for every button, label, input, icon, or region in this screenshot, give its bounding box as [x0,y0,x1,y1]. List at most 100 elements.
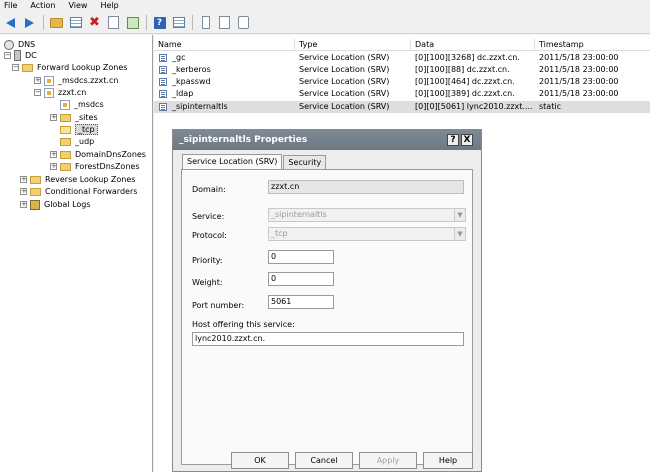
folder-icon [22,63,33,72]
menu-help[interactable]: Help [100,0,118,12]
port-number-field[interactable]: 5061 [268,295,334,309]
cell-data: [0][100][88] dc.zzxt.cn. [415,65,510,74]
ok-button[interactable]: OK [231,452,289,469]
cell-data: [0][0][5061] lync2010.zzxt.... [415,102,533,111]
folder-icon [30,187,41,196]
cell-timestamp: static [539,102,561,111]
table-row[interactable]: _ldap Service Location (SRV) [0][100][38… [154,88,650,100]
priority-field[interactable]: 0 [268,250,334,264]
protocol-value: _tcp [271,229,288,238]
tree-item-msdcs[interactable]: _msdcs [50,99,104,110]
properties-icon[interactable] [106,15,121,30]
expand-icon[interactable]: + [50,114,57,121]
list-header: Name Type Data Timestamp [154,39,650,51]
tree-item-server[interactable]: − DC [4,50,37,61]
tree-item-forestdnszones[interactable]: + ForestDnsZones [50,161,139,172]
apply-button[interactable]: Apply [359,452,417,469]
close-icon[interactable]: X [461,134,473,146]
expand-icon[interactable]: + [20,176,27,183]
tab-strip: Service Location (SRV) Security [182,154,327,170]
tree-item-zone[interactable]: − zzxt.cn [34,87,86,98]
tree-item-global-logs[interactable]: + Global Logs [20,199,91,210]
help-icon[interactable]: ? [152,15,167,30]
collapse-icon[interactable]: − [12,64,19,71]
tree-label: Conditional Forwarders [45,187,138,196]
up-folder-icon[interactable] [49,15,64,30]
cancel-button[interactable]: Cancel [295,452,353,469]
menu-file[interactable]: File [4,0,17,12]
domain-field: zzxt.cn [268,180,464,194]
expand-icon[interactable]: + [34,77,41,84]
chevron-down-icon: ▼ [454,209,465,221]
weight-field[interactable]: 0 [268,272,334,286]
tree-label: _msdcs [74,100,104,109]
tree-item-dns[interactable]: DNS [4,39,35,50]
expand-icon[interactable]: + [50,151,57,158]
tree-label: DNS [18,40,36,49]
back-arrow-icon[interactable] [3,15,18,30]
table-row[interactable]: _kpasswd Service Location (SRV) [0][100]… [154,76,650,88]
help-question-icon[interactable]: ? [447,134,459,146]
folder-icon [60,125,71,134]
chevron-down-icon: ▼ [454,228,465,240]
tree-item-conditional-forwarders[interactable]: + Conditional Forwarders [20,186,137,197]
cell-type: Service Location (SRV) [299,53,390,62]
domain-label: Domain: [192,185,226,194]
expand-icon[interactable]: + [20,201,27,208]
help-button[interactable]: Help [423,452,473,469]
protocol-label: Protocol: [192,231,227,240]
cell-data: [0][100][464] dc.zzxt.cn. [415,77,515,86]
tree-item-domaindnszones[interactable]: + DomainDnsZones [50,149,146,160]
cell-type: Service Location (SRV) [299,65,390,74]
properties-dialog: _sipinternaltls Properties ? X Service L… [172,129,482,472]
toolbar-separator [43,15,44,30]
collapse-icon[interactable]: − [34,89,41,96]
toolbar-separator [146,15,147,30]
service-select: _sipinternaltls ▼ [268,208,466,222]
new-record-icon[interactable] [198,15,213,30]
menu-action[interactable]: Action [30,0,55,12]
tree-item-msdcs-zone[interactable]: + _msdcs.zzxt.cn [34,75,118,86]
tree-label: _sites [75,113,98,122]
tree-label: Reverse Lookup Zones [45,175,136,184]
cell-name: _sipinternaltls [172,102,228,111]
cell-type: Service Location (SRV) [299,102,390,111]
tree-label: _msdcs.zzxt.cn [58,76,119,85]
folder-icon [60,113,71,122]
collapse-icon[interactable]: − [4,52,11,59]
expand-icon[interactable]: + [20,188,27,195]
table-row[interactable]: _kerberos Service Location (SRV) [0][100… [154,64,650,76]
tree-label: ForestDnsZones [75,162,140,171]
expand-icon[interactable]: + [50,163,57,170]
host-field[interactable]: lync2010.zzxt.cn. [192,332,464,346]
table-row[interactable]: _gc Service Location (SRV) [0][100][3268… [154,52,650,64]
dialog-title: _sipinternaltls Properties [173,130,481,150]
tree-item-forward-lookup[interactable]: − Forward Lookup Zones [12,62,127,73]
delete-icon[interactable]: ✖ [87,15,102,30]
tab-security[interactable]: Security [283,155,327,170]
tree-item-reverse-lookup[interactable]: + Reverse Lookup Zones [20,174,135,185]
priority-label: Priority: [192,256,223,265]
tree-item-udp[interactable]: _udp [50,136,94,147]
new-zone-icon[interactable] [217,15,232,30]
menu-view[interactable]: View [68,0,87,12]
cell-data: [0][100][389] dc.zzxt.cn. [415,89,515,98]
column-header-name[interactable]: Name [154,39,295,51]
console-icon[interactable] [171,15,186,30]
show-hide-tree-icon[interactable] [68,15,83,30]
srv-record-icon [159,54,167,62]
tree-item-tcp[interactable]: _tcp [50,124,98,135]
forward-arrow-icon[interactable] [22,15,37,30]
cell-timestamp: 2011/5/18 23:00:00 [539,53,619,62]
column-header-data[interactable]: Data [411,39,535,51]
export-list-icon[interactable] [125,15,140,30]
cell-name: _gc [172,53,186,62]
refresh-icon[interactable] [236,15,251,30]
toolbar: ✖ ? [0,12,650,34]
column-header-timestamp[interactable]: Timestamp [535,39,650,51]
table-row-selected[interactable]: _sipinternaltls Service Location (SRV) [… [154,101,650,113]
column-header-type[interactable]: Type [295,39,411,51]
tab-service-location[interactable]: Service Location (SRV) [182,154,283,170]
tree-item-sites[interactable]: + _sites [50,112,98,123]
folder-icon [60,150,71,159]
